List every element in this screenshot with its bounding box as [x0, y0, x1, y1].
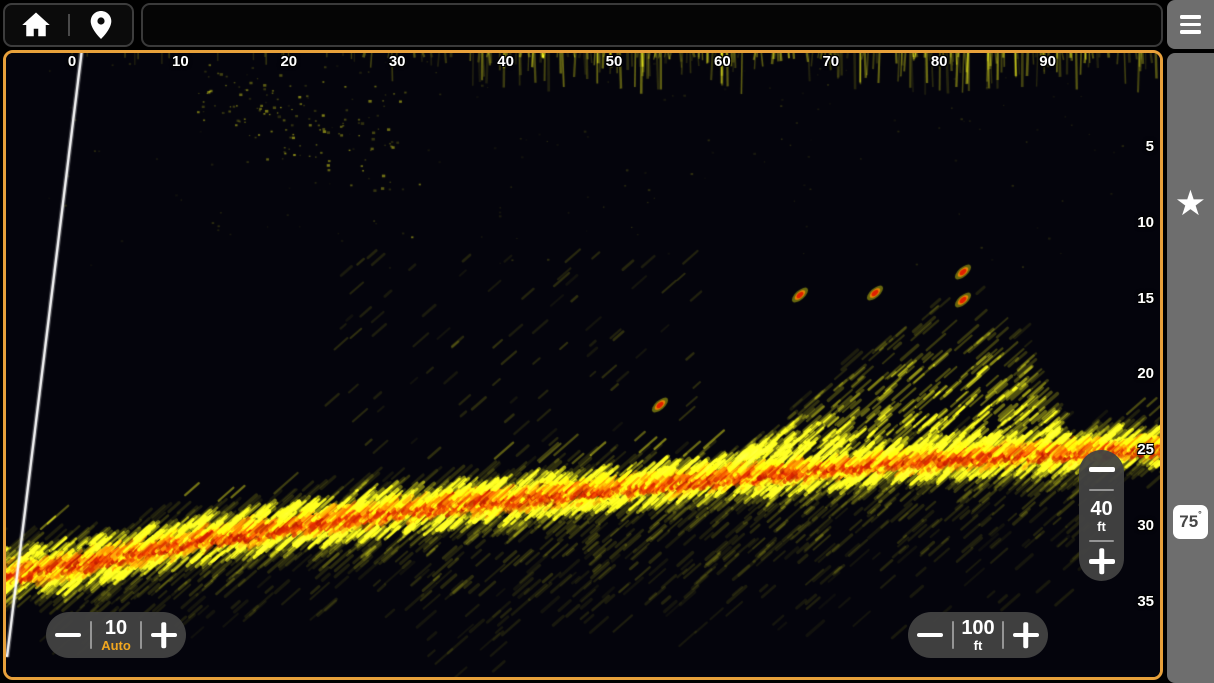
distance-tick: 50: [597, 53, 631, 70]
range-stepper: 100 ft: [908, 612, 1048, 658]
sonar-canvas[interactable]: [6, 53, 1160, 677]
hamburger-icon: [1180, 15, 1201, 34]
temperature-value: 75: [1179, 513, 1198, 530]
distance-tick: 80: [922, 53, 956, 70]
zoom-in-button[interactable]: [1079, 542, 1124, 581]
range-increase-button[interactable]: [1004, 612, 1048, 658]
home-button[interactable]: [5, 5, 68, 45]
depth-tick: 30: [1120, 517, 1154, 534]
title-bar[interactable]: [141, 3, 1163, 47]
sensitivity-value-block: 10 Auto: [92, 618, 140, 652]
depth-tick: 5: [1120, 138, 1154, 155]
depth-tick: 35: [1120, 593, 1154, 610]
range-unit: ft: [974, 639, 983, 652]
range-value: 100: [961, 618, 994, 638]
right-sidebar: ★ 75°: [1167, 53, 1214, 683]
depth-tick: 15: [1120, 290, 1154, 307]
sensitivity-decrease-button[interactable]: [46, 612, 90, 658]
sensitivity-stepper: 10 Auto: [46, 612, 186, 658]
depth-tick: 20: [1120, 365, 1154, 382]
zoom-value: 40: [1090, 499, 1112, 519]
plus-icon: [1089, 549, 1115, 575]
zoom-unit: ft: [1097, 520, 1106, 533]
range-decrease-button[interactable]: [908, 612, 952, 658]
location-pin-icon: [89, 10, 113, 40]
degree-symbol: °: [1198, 510, 1202, 519]
distance-tick: 20: [272, 53, 306, 70]
sensitivity-increase-button[interactable]: [142, 612, 186, 658]
zoom-out-button[interactable]: [1079, 450, 1124, 489]
depth-tick: 10: [1120, 214, 1154, 231]
plus-icon: [1013, 622, 1039, 648]
distance-tick: 10: [163, 53, 197, 70]
range-value-block: 100 ft: [954, 618, 1002, 652]
favorite-star-icon[interactable]: ★: [1167, 186, 1214, 221]
home-icon: [21, 11, 51, 39]
distance-tick: 30: [380, 53, 414, 70]
waypoint-button[interactable]: [70, 5, 133, 45]
depth-tick: 25: [1120, 441, 1154, 458]
zoom-stepper: 40 ft: [1079, 450, 1124, 581]
distance-tick: 90: [1031, 53, 1065, 70]
sonar-view: 0 10 20 30 40 50 60 70 80 90 5 10 15 20 25 30 35 10 Aut…: [3, 50, 1163, 680]
zoom-value-block: 40 ft: [1090, 491, 1112, 540]
plus-icon: [151, 622, 177, 648]
top-left-button-group: [3, 3, 134, 47]
menu-button[interactable]: [1167, 0, 1214, 49]
distance-tick: 40: [489, 53, 523, 70]
minus-icon: [55, 633, 81, 638]
distance-tick: 0: [55, 53, 89, 70]
sensitivity-mode: Auto: [101, 639, 131, 652]
water-temperature-badge[interactable]: 75°: [1173, 505, 1208, 539]
distance-tick: 70: [814, 53, 848, 70]
minus-icon: [1089, 467, 1115, 472]
sensitivity-value: 10: [105, 618, 127, 638]
distance-tick: 60: [705, 53, 739, 70]
minus-icon: [917, 633, 943, 638]
